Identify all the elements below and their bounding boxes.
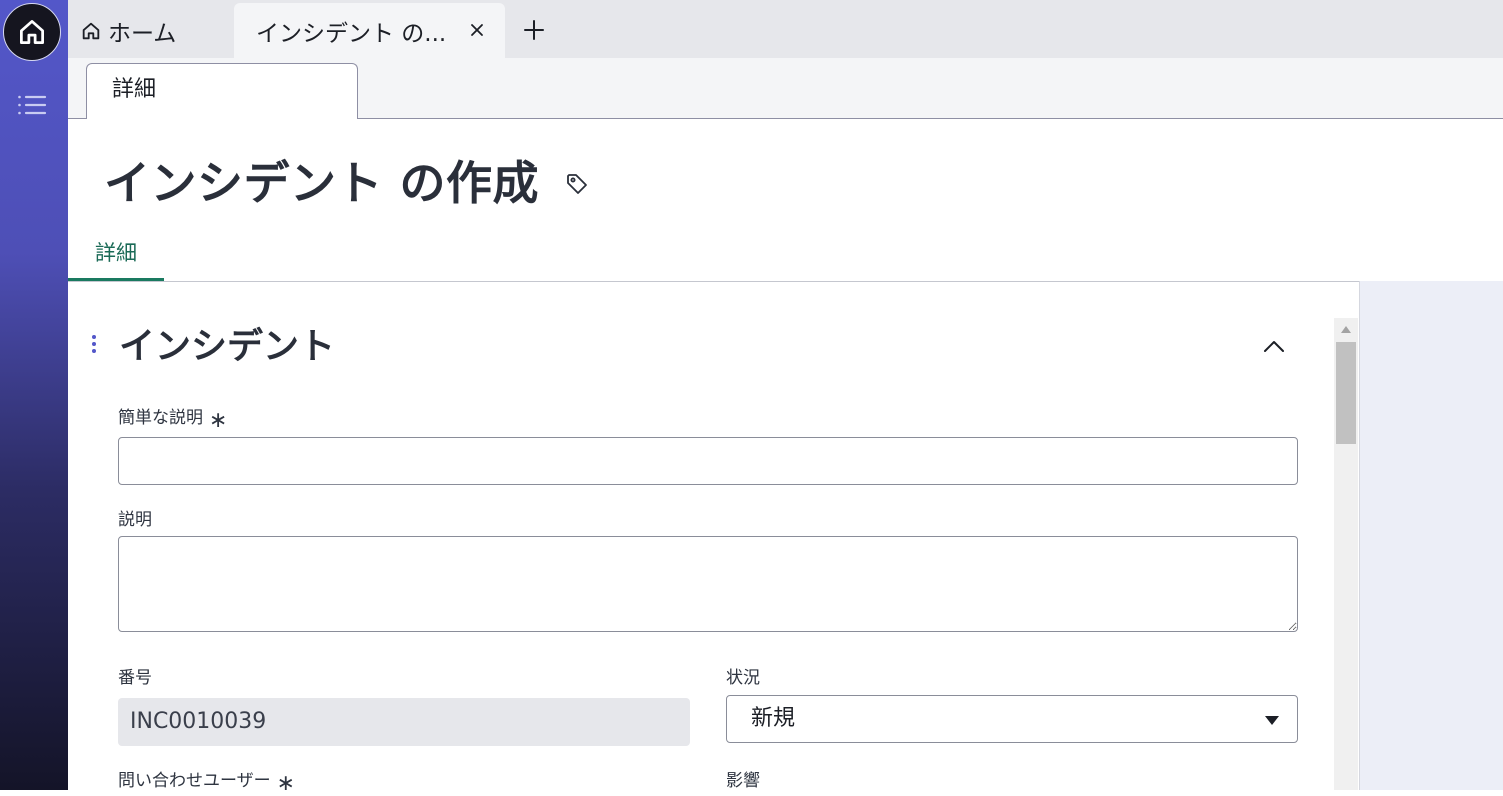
home-button[interactable] bbox=[3, 3, 61, 61]
number-label: 番号 bbox=[118, 668, 152, 688]
scroll-up-arrow-icon bbox=[1341, 325, 1351, 333]
caller-label-text: 問い合わせユーザー bbox=[118, 771, 271, 791]
sub-tab-bar: 詳細 bbox=[68, 58, 1503, 119]
tab-details[interactable]: 詳細 bbox=[68, 230, 164, 281]
scroll-up-button[interactable] bbox=[1334, 320, 1358, 338]
tab-bar: ホーム インシデント の... bbox=[68, 0, 1503, 58]
number-field: INC0010039 bbox=[118, 698, 690, 746]
content-tab-bar: 詳細 bbox=[68, 230, 1503, 282]
home-icon bbox=[80, 20, 102, 42]
required-mark: ∗ bbox=[209, 408, 228, 433]
collapse-section-button[interactable] bbox=[1259, 333, 1289, 359]
side-panel bbox=[1359, 281, 1503, 790]
menu-button[interactable] bbox=[16, 92, 50, 118]
scroll-thumb[interactable] bbox=[1336, 342, 1356, 444]
short-description-label-text: 簡単な説明 bbox=[118, 408, 203, 428]
state-label: 状況 bbox=[726, 668, 760, 688]
state-select[interactable]: 新規 bbox=[726, 695, 1298, 743]
impact-label: 影響 bbox=[726, 771, 760, 791]
state-select-value: 新規 bbox=[751, 706, 796, 731]
section-title: インシデント bbox=[119, 326, 336, 367]
subtab-details[interactable]: 詳細 bbox=[86, 63, 358, 119]
caller-label: 問い合わせユーザー ∗ bbox=[118, 769, 295, 795]
home-icon bbox=[20, 20, 44, 44]
short-description-input[interactable] bbox=[118, 437, 1298, 485]
page-title: インシデント の作成 bbox=[104, 156, 540, 210]
chevron-up-icon bbox=[1264, 341, 1284, 352]
caret-down-icon bbox=[1265, 716, 1279, 725]
drag-handle-icon bbox=[92, 335, 96, 353]
list-icon bbox=[18, 95, 47, 115]
tag-button[interactable] bbox=[565, 172, 589, 196]
tab-incident-label: インシデント の... bbox=[256, 20, 447, 47]
description-textarea[interactable] bbox=[118, 536, 1298, 632]
tab-home[interactable]: ホーム bbox=[80, 3, 230, 58]
form-scrollbar[interactable] bbox=[1334, 318, 1358, 790]
close-tab-button[interactable] bbox=[468, 21, 486, 39]
tab-incident-create[interactable]: インシデント の... bbox=[234, 3, 505, 58]
nav-rail bbox=[0, 0, 68, 790]
tab-home-label: ホーム bbox=[108, 20, 177, 47]
required-mark: ∗ bbox=[276, 771, 296, 796]
plus-icon bbox=[524, 20, 544, 40]
add-tab-button[interactable] bbox=[516, 12, 552, 48]
section-drag-handle[interactable] bbox=[88, 333, 100, 355]
description-label: 説明 bbox=[118, 510, 152, 530]
short-description-label: 簡単な説明 ∗ bbox=[118, 406, 227, 432]
tag-icon bbox=[567, 174, 587, 194]
close-icon bbox=[471, 24, 483, 36]
